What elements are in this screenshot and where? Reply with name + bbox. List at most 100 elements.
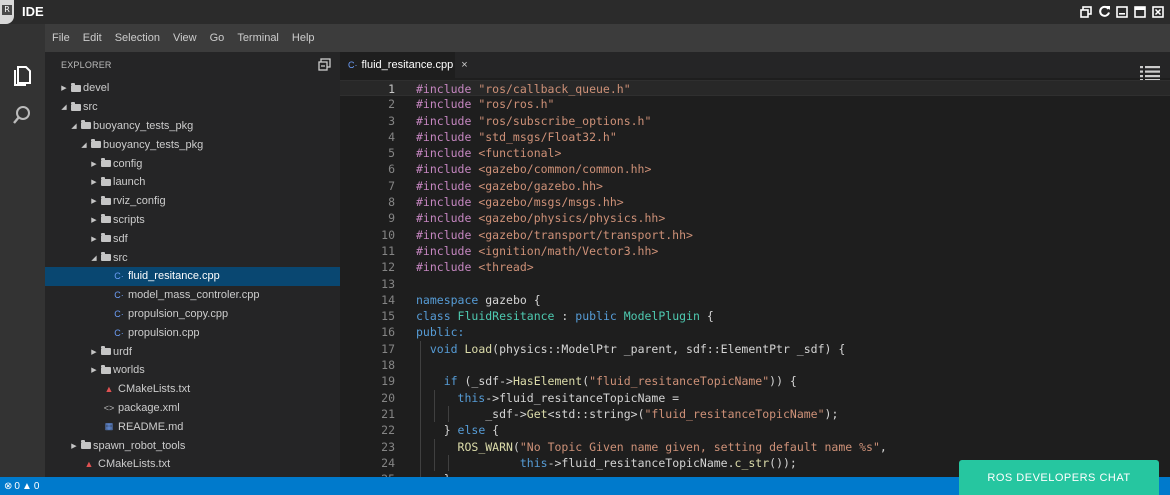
folder-icon bbox=[101, 195, 111, 205]
chevron-down-icon[interactable]: ◢ bbox=[79, 141, 89, 149]
code-text: public: bbox=[416, 324, 464, 340]
minimize-icon[interactable] bbox=[1114, 4, 1130, 19]
code-line[interactable]: 18 bbox=[340, 357, 1170, 374]
code-line[interactable]: 4 #include "std_msgs/Float32.h" bbox=[340, 129, 1170, 145]
collapse-folders-icon[interactable] bbox=[318, 58, 332, 72]
chevron-right-icon[interactable]: ▶ bbox=[89, 235, 99, 243]
chevron-right-icon[interactable]: ▶ bbox=[89, 178, 99, 186]
tree-item-label: worlds bbox=[113, 364, 145, 377]
chevron-right-icon[interactable]: ▶ bbox=[89, 366, 99, 374]
tree-file[interactable]: <> package.xml bbox=[45, 399, 340, 418]
code-line[interactable]: 14 namespace gazebo { bbox=[340, 292, 1170, 308]
tree-folder[interactable]: ▶ urdf bbox=[45, 342, 340, 361]
menu-go[interactable]: Go bbox=[210, 32, 225, 44]
code-text: #include "ros/callback_queue.h" bbox=[416, 81, 631, 97]
chevron-right-icon[interactable]: ▶ bbox=[89, 197, 99, 205]
line-number: 13 bbox=[381, 276, 395, 291]
app-logo: R bbox=[0, 0, 14, 24]
code-area[interactable]: 1 #include "ros/callback_queue.h" 2 #includ… bbox=[340, 80, 1170, 477]
warning-icon[interactable]: ▲ bbox=[22, 481, 32, 492]
code-token: #include bbox=[416, 113, 479, 128]
tree-file[interactable]: C· fluid_resitance.cpp bbox=[45, 266, 340, 286]
code-line[interactable]: 12 #include <thread> bbox=[340, 259, 1170, 275]
tree-folder[interactable]: ▶ config bbox=[45, 154, 340, 173]
tree-folder[interactable]: ◢ src bbox=[45, 98, 340, 117]
folder-icon bbox=[81, 120, 91, 130]
tree-folder[interactable]: ◢ buoyancy_tests_pkg bbox=[45, 117, 340, 136]
tree-folder[interactable]: ◢ src bbox=[45, 248, 340, 267]
line-number: 9 bbox=[388, 211, 395, 226]
code-line[interactable]: 3 #include "ros/subscribe_options.h" bbox=[340, 113, 1170, 129]
chevron-down-icon[interactable]: ◢ bbox=[59, 103, 69, 111]
tree-file[interactable]: C· model_mass_controler.cpp bbox=[45, 286, 340, 305]
chevron-down-icon[interactable]: ◢ bbox=[89, 254, 99, 262]
code-line[interactable]: 8 #include <gazebo/msgs/msgs.hh> bbox=[340, 194, 1170, 210]
tab-close-icon[interactable]: × bbox=[461, 59, 467, 71]
error-icon[interactable]: ⊗ bbox=[4, 481, 12, 492]
menu-help[interactable]: Help bbox=[292, 32, 315, 44]
menu-selection[interactable]: Selection bbox=[115, 32, 160, 44]
tree-folder[interactable]: ◢ buoyancy_tests_pkg bbox=[45, 135, 340, 154]
tree-item-label: CMakeLists.txt bbox=[98, 458, 171, 471]
tree-folder[interactable]: ▶ devel bbox=[45, 79, 340, 98]
menu-view[interactable]: View bbox=[173, 32, 197, 44]
window-controls bbox=[1078, 4, 1166, 19]
chevron-right-icon[interactable]: ▶ bbox=[89, 160, 99, 168]
tree-file[interactable]: C· propulsion.cpp bbox=[45, 323, 340, 342]
code-line[interactable]: 16 public: bbox=[340, 324, 1170, 340]
code-line[interactable]: 20 this->fluid_resitanceTopicName = bbox=[340, 389, 1170, 406]
code-line[interactable]: 15 class FluidResitance : public ModelPlu… bbox=[340, 308, 1170, 324]
warning-count[interactable]: 0 bbox=[34, 481, 40, 492]
outline-list-icon[interactable] bbox=[1140, 65, 1160, 81]
code-line[interactable]: 11 #include <ignition/math/Vector3.hh> bbox=[340, 243, 1170, 259]
code-line[interactable]: 1 #include "ros/callback_queue.h" bbox=[340, 80, 1170, 97]
restore-icon[interactable] bbox=[1078, 4, 1094, 19]
maximize-icon[interactable] bbox=[1132, 4, 1148, 19]
ros-developers-chat-button[interactable]: ROS DEVELOPERS CHAT bbox=[959, 460, 1159, 495]
tree-folder[interactable]: ▶ launch bbox=[45, 173, 340, 192]
cpp-file-icon: C· bbox=[348, 60, 358, 70]
tree-folder[interactable]: ▶ scripts bbox=[45, 211, 340, 230]
code-line[interactable]: 22 } else { bbox=[340, 422, 1170, 439]
code-token: HasElement bbox=[512, 374, 583, 389]
code-token: _sdf-> bbox=[416, 406, 527, 421]
tab-label: fluid_resitance.cpp bbox=[361, 59, 454, 71]
code-line[interactable]: 17 void Load(physics::ModelPtr _parent, … bbox=[340, 340, 1170, 358]
chevron-right-icon[interactable]: ▶ bbox=[59, 84, 69, 92]
code-line[interactable]: 19 if (_sdf->HasElement("fluid_resitance… bbox=[340, 373, 1170, 390]
code-token: "ros/subscribe_options.h" bbox=[478, 113, 652, 128]
search-icon[interactable] bbox=[11, 104, 33, 126]
menu-file[interactable]: File bbox=[52, 32, 70, 44]
menu-edit[interactable]: Edit bbox=[83, 32, 102, 44]
tree-item-label: propulsion_copy.cpp bbox=[128, 307, 229, 320]
code-token: { bbox=[699, 309, 714, 324]
tree-file[interactable]: C· propulsion_copy.cpp bbox=[45, 305, 340, 324]
tree-folder[interactable]: ▶ rviz_config bbox=[45, 192, 340, 211]
code-line[interactable]: 5 #include <functional> bbox=[340, 145, 1170, 161]
code-line[interactable]: 23 ROS_WARN("No Topic Given name given, … bbox=[340, 438, 1170, 455]
tab-fluid-resitance[interactable]: C· fluid_resitance.cpp × bbox=[340, 52, 468, 78]
code-line[interactable]: 13 bbox=[340, 276, 1170, 292]
code-line[interactable]: 6 #include <gazebo/common/common.hh> bbox=[340, 161, 1170, 177]
tree-folder[interactable]: ▶ sdf bbox=[45, 229, 340, 248]
menu-terminal[interactable]: Terminal bbox=[237, 32, 279, 44]
explorer-files-icon[interactable] bbox=[11, 64, 33, 86]
close-icon[interactable] bbox=[1150, 4, 1166, 19]
tree-folder[interactable]: ▶ spawn_robot_tools bbox=[45, 436, 340, 455]
refresh-icon[interactable] bbox=[1096, 4, 1112, 19]
code-line[interactable]: 21 _sdf->Get<std::string>("fluid_resitan… bbox=[340, 405, 1170, 423]
chevron-right-icon[interactable]: ▶ bbox=[89, 348, 99, 356]
error-count[interactable]: 0 bbox=[14, 481, 20, 492]
tree-file[interactable]: ▲ CMakeLists.txt bbox=[45, 455, 340, 474]
code-line[interactable]: 9 #include <gazebo/physics/physics.hh> bbox=[340, 210, 1170, 226]
tree-file[interactable]: ▦ README.md bbox=[45, 417, 340, 436]
chevron-right-icon[interactable]: ▶ bbox=[69, 442, 79, 450]
chevron-down-icon[interactable]: ◢ bbox=[69, 122, 79, 130]
code-line[interactable]: 10 #include <gazebo/transport/transport.h… bbox=[340, 227, 1170, 243]
folder-icon bbox=[71, 82, 81, 92]
chevron-right-icon[interactable]: ▶ bbox=[89, 216, 99, 224]
code-line[interactable]: 2 #include "ros/ros.h" bbox=[340, 96, 1170, 112]
tree-folder[interactable]: ▶ worlds bbox=[45, 361, 340, 380]
code-line[interactable]: 7 #include <gazebo/gazebo.hh> bbox=[340, 178, 1170, 194]
tree-file[interactable]: ▲ CMakeLists.txt bbox=[45, 380, 340, 399]
